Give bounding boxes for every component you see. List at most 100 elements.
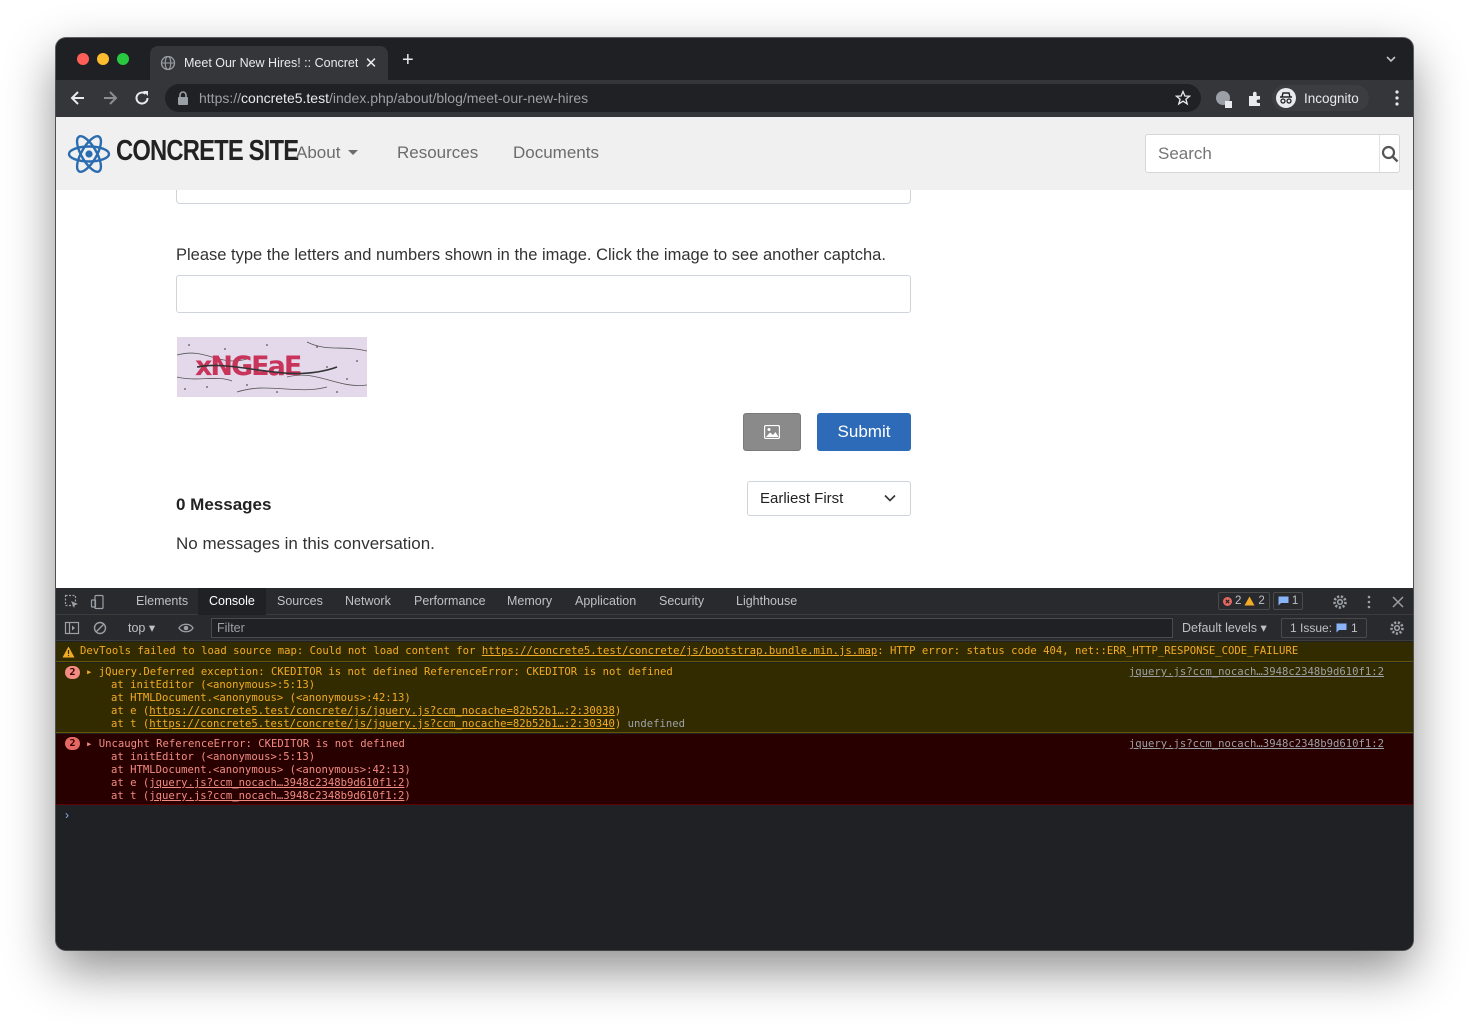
console-error-row-uncaught: 2 ▸ Uncaught ReferenceError: CKEDITOR is… (56, 734, 1413, 805)
refresh-captcha-button[interactable] (743, 413, 801, 451)
captcha-image[interactable]: xNGEaE (177, 337, 367, 397)
globe-icon (160, 55, 176, 71)
stack-line: at HTMLDocument.<anonymous> (<anonymous>… (111, 692, 411, 704)
new-tab-button[interactable]: + (402, 50, 414, 70)
stack-line: at initEditor (<anonymous>:5:13) (111, 679, 316, 691)
tab-elements[interactable]: Elements (125, 588, 199, 615)
captcha-help-text: Please type the letters and numbers show… (176, 246, 886, 264)
caret-down-icon (348, 150, 359, 155)
settings-gear-icon[interactable] (1332, 594, 1348, 610)
extension-shield-icon[interactable] (1214, 89, 1234, 109)
close-window-button[interactable] (77, 53, 89, 65)
address-bar[interactable]: https://concrete5.test/index.php/about/b… (165, 84, 1201, 112)
site-logo-text[interactable]: CONCRETE SITE (116, 135, 299, 168)
puzzle-extensions-icon[interactable] (1245, 89, 1265, 109)
maximize-window-button[interactable] (117, 53, 129, 65)
messages-count: 0 Messages (176, 495, 272, 514)
issues-label: 1 Issue: (1290, 621, 1333, 635)
stack-line-prefix: at t ( (111, 718, 150, 730)
console-settings-gear-icon[interactable] (1389, 620, 1405, 636)
tab-network[interactable]: Network (334, 588, 402, 615)
browser-tab[interactable]: Meet Our New Hires! :: Concrete Site ✕ (150, 46, 388, 80)
reload-icon[interactable] (132, 88, 152, 108)
chevron-down-icon (884, 494, 896, 502)
warning-prefix: DevTools failed to load source map: Coul… (80, 645, 482, 657)
error-message[interactable]: ▸ jQuery.Deferred exception: CKEDITOR is… (86, 666, 673, 679)
lock-icon (178, 91, 188, 105)
sidebar-toggle-icon[interactable] (64, 620, 80, 636)
stack-link[interactable]: jquery.js?ccm_nocach…3948c2348b9d610f1:2 (149, 777, 404, 789)
tab-memory[interactable]: Memory (496, 588, 563, 615)
stack-link[interactable]: jquery.js?ccm_nocach…3948c2348b9d610f1:2 (149, 790, 404, 802)
device-toolbar-icon[interactable] (90, 594, 106, 610)
url-path: /index.php/about/blog/meet-our-new-hires (328, 90, 589, 106)
site-header: CONCRETE SITE About Resources Documents (56, 117, 1413, 190)
no-messages-text: No messages in this conversation. (176, 534, 435, 553)
issues-count: 1 (1351, 621, 1358, 635)
devtools-panel: Elements Console Sources Network Perform… (56, 588, 1413, 950)
tab-sources[interactable]: Sources (266, 588, 334, 615)
tab-title: Meet Our New Hires! :: Concrete Site (184, 56, 358, 70)
close-devtools-icon[interactable] (1390, 594, 1406, 610)
stack-link[interactable]: https://concrete5.test/concrete/js/jquer… (149, 705, 615, 717)
stack-link[interactable]: https://concrete5.test/concrete/js/jquer… (149, 718, 615, 730)
message-icon (1336, 623, 1347, 633)
captcha-input[interactable] (176, 275, 911, 313)
eye-icon[interactable] (178, 620, 194, 636)
submit-button[interactable]: Submit (817, 413, 911, 451)
repeat-count-badge: 2 (65, 666, 80, 679)
chevron-down-icon[interactable] (1385, 53, 1397, 65)
tab-console[interactable]: Console (198, 588, 266, 615)
log-levels-dropdown[interactable]: Default levels ▾ (1182, 620, 1267, 635)
forward-icon[interactable] (100, 88, 120, 108)
sort-order-select[interactable]: Earliest First (747, 481, 911, 516)
tab-lighthouse[interactable]: Lighthouse (725, 588, 808, 615)
tab-application[interactable]: Application (564, 588, 647, 615)
stack-line: at t (jquery.js?ccm_nocach…3948c2348b9d6… (111, 790, 411, 802)
more-menu-icon[interactable] (1395, 90, 1399, 106)
bookmark-star-icon[interactable] (1175, 90, 1191, 106)
search-icon (1381, 145, 1398, 162)
incognito-icon (1276, 88, 1296, 108)
issues-button[interactable]: 1 Issue: 1 (1281, 618, 1367, 638)
clear-console-icon[interactable] (92, 620, 108, 636)
sort-order-value: Earliest First (760, 490, 844, 507)
atom-logo-icon[interactable] (67, 132, 111, 176)
nav-about[interactable]: About (296, 143, 359, 163)
error-source-link[interactable]: jquery.js?ccm_nocach…3948c2348b9d610f1:2 (1129, 738, 1384, 750)
browser-toolbar: https://concrete5.test/index.php/about/b… (56, 80, 1413, 117)
search-button[interactable] (1379, 135, 1399, 172)
url-host: concrete5.test (241, 90, 329, 106)
context-selector[interactable]: top ▾ (128, 620, 155, 635)
console-counters[interactable]: 22 1 (1218, 592, 1304, 610)
nav-resources[interactable]: Resources (397, 143, 478, 163)
tab-performance[interactable]: Performance (403, 588, 497, 615)
warning-icon (62, 646, 75, 658)
search-input[interactable] (1146, 135, 1379, 172)
warning-url-link[interactable]: https://concrete5.test/concrete/js/boots… (482, 645, 877, 657)
console-filter-input[interactable]: Filter (211, 618, 1173, 638)
back-icon[interactable] (68, 88, 88, 108)
console-error-row-deferred: 2 ▸ jQuery.Deferred exception: CKEDITOR … (56, 663, 1413, 733)
stack-line: at initEditor (<anonymous>:5:13) (111, 751, 316, 763)
nav-documents[interactable]: Documents (513, 143, 599, 163)
minimize-window-button[interactable] (97, 53, 109, 65)
stack-line: at t (https://concrete5.test/concrete/js… (111, 718, 686, 730)
log-levels-value: Default levels (1182, 621, 1258, 635)
web-page: CONCRETE SITE About Resources Documents … (56, 117, 1413, 588)
profile-label: Incognito (1304, 90, 1359, 106)
more-options-icon[interactable] (1361, 594, 1377, 610)
error-source-link[interactable]: jquery.js?ccm_nocach…3948c2348b9d610f1:2 (1129, 666, 1384, 678)
image-icon (764, 425, 780, 439)
close-tab-icon[interactable]: ✕ (364, 54, 378, 72)
site-search (1145, 134, 1400, 173)
error2-message: Uncaught ReferenceError: CKEDITOR is not… (98, 738, 405, 750)
info-count: 1 (1291, 595, 1299, 607)
stack-line: at e (jquery.js?ccm_nocach…3948c2348b9d6… (111, 777, 411, 789)
stack-suffix: undefined (627, 718, 686, 730)
console-prompt-icon[interactable]: › (65, 808, 69, 822)
inspect-element-icon[interactable] (64, 594, 80, 610)
tab-security[interactable]: Security (648, 588, 715, 615)
incognito-profile-button[interactable]: Incognito (1272, 85, 1369, 111)
error-message[interactable]: ▸ Uncaught ReferenceError: CKEDITOR is n… (86, 738, 405, 751)
